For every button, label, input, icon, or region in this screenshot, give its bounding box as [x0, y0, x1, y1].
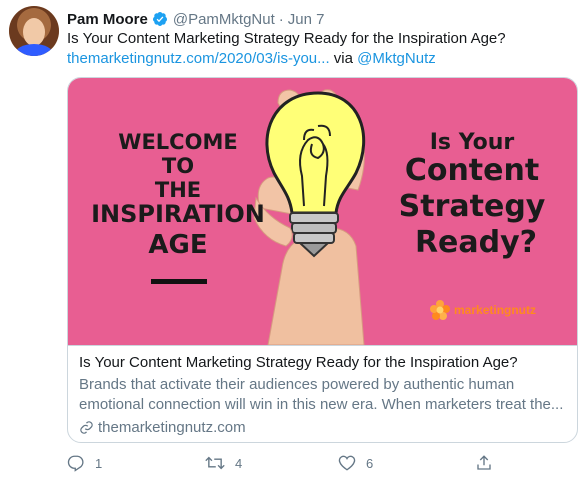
retweet-button[interactable]: 4 [205, 454, 242, 472]
via-text: via [329, 50, 358, 67]
like-count: 6 [366, 455, 374, 471]
like-icon [338, 455, 356, 471]
brand-logo: marketingnutz [430, 300, 536, 320]
share-button[interactable] [475, 454, 493, 472]
verified-badge-icon [152, 11, 168, 27]
card-desc-line: emotional connection will win in this ne… [79, 396, 564, 413]
mention-link[interactable]: @MktgNutz [357, 50, 436, 67]
retweet-icon [205, 456, 225, 470]
tweet[interactable]: Pam Moore @PamMktgNut · Jun 7 Is Your Co… [0, 0, 587, 480]
author-handle[interactable]: @PamMktgNut [173, 11, 275, 28]
tweet-actions: 1 4 6 [67, 454, 547, 474]
reply-icon [67, 455, 84, 472]
card-title[interactable]: Is Your Content Marketing Strategy Ready… [79, 354, 518, 371]
tweet-date[interactable]: Jun 7 [288, 11, 325, 28]
like-button[interactable]: 6 [338, 454, 373, 472]
reply-count: 1 [95, 455, 103, 471]
brand-flower-icon [430, 300, 450, 320]
card-description: Brands that activate their audiences pow… [79, 375, 569, 415]
image-text-line: Content [404, 153, 540, 188]
card-image[interactable]: WELCOME TO THE INSPIRATION AGE Is Your C… [68, 78, 577, 345]
avatar[interactable] [9, 6, 59, 56]
image-underline [151, 279, 207, 284]
link-card[interactable]: WELCOME TO THE INSPIRATION AGE Is Your C… [67, 77, 578, 443]
card-domain-text: themarketingnutz.com [98, 419, 246, 436]
image-text-line: INSPIRATION [91, 200, 265, 228]
tweet-text-line: themarketingnutz.com/2020/03/is-you... v… [67, 49, 572, 69]
image-text-line: Is Your [429, 130, 515, 155]
brand-text: marketingnutz [454, 303, 537, 317]
reply-button[interactable]: 1 [67, 454, 102, 472]
tweet-header: Pam Moore @PamMktgNut · Jun 7 [67, 9, 324, 29]
image-text-line: Ready? [414, 225, 538, 260]
image-text-line: Strategy [398, 189, 546, 224]
tweet-text: Is Your Content Marketing Strategy Ready… [67, 29, 572, 69]
image-text-line: TO [161, 154, 195, 178]
image-text-line: WELCOME [118, 130, 238, 154]
link-icon [80, 421, 93, 434]
card-body[interactable]: Is Your Content Marketing Strategy Ready… [68, 345, 577, 442]
card-desc-line: Brands that activate their audiences pow… [79, 376, 515, 393]
retweet-count: 4 [235, 455, 243, 471]
tweet-link[interactable]: themarketingnutz.com/2020/03/is-you... [67, 50, 330, 67]
tweet-text-line: Is Your Content Marketing Strategy Ready… [67, 30, 506, 47]
image-text-line: THE [154, 178, 202, 202]
author-name[interactable]: Pam Moore [67, 11, 148, 28]
image-text-line: AGE [148, 230, 208, 260]
header-separator: · [278, 10, 284, 28]
avatar-face [23, 18, 45, 46]
card-domain[interactable]: themarketingnutz.com [79, 419, 246, 436]
share-icon [477, 455, 491, 470]
